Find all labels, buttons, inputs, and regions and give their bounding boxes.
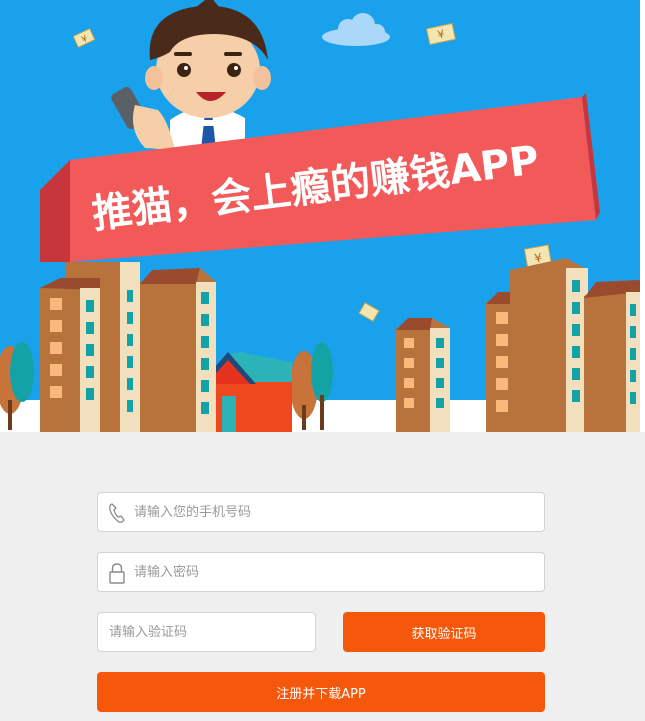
code-field[interactable] [97, 612, 316, 652]
promo-illustration: ¥ ¥ ¥ 推猫，会上瘾的赚钱APP [0, 0, 640, 432]
register-download-button[interactable]: 注册并下载APP [97, 672, 545, 712]
code-input[interactable] [98, 613, 315, 651]
banner-edge [640, 0, 645, 432]
cloud-illustration [322, 13, 390, 46]
cartoon-man-illustration [111, 0, 271, 150]
phone-field[interactable] [97, 492, 545, 532]
right-buildings-illustration [396, 258, 640, 432]
password-field[interactable] [97, 552, 545, 592]
password-input[interactable] [98, 553, 544, 591]
get-code-button[interactable]: 获取验证码 [343, 612, 545, 652]
register-form: 获取验证码 注册并下载APP [0, 432, 645, 721]
left-buildings-illustration [40, 262, 216, 432]
phone-input[interactable] [98, 493, 544, 531]
promo-banner: ¥ ¥ ¥ 推猫，会上瘾的赚钱APP [0, 0, 640, 432]
